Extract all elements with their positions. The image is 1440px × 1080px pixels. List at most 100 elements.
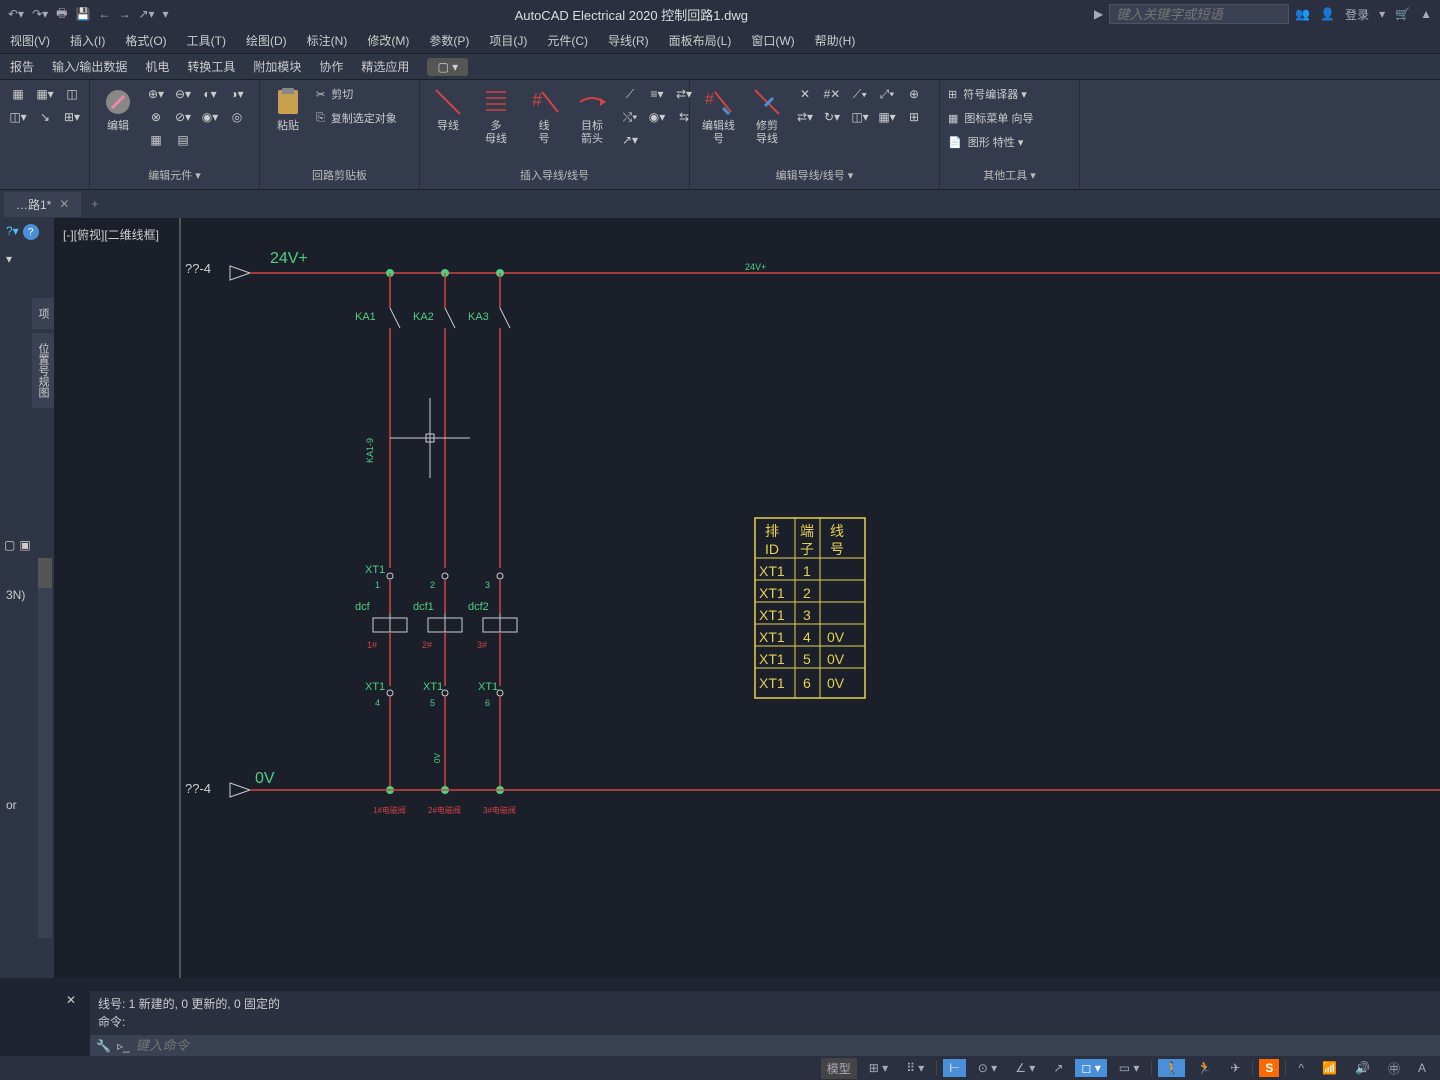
icon-btn[interactable]: ◉▾ [198, 107, 222, 127]
ortho-icon[interactable]: ⊢ [943, 1059, 965, 1077]
panel-label[interactable]: 编辑导线/线号 ▾ [696, 165, 933, 185]
icon-btn[interactable]: ⊕▾ [144, 84, 168, 104]
icon-btn[interactable]: ⟋ [618, 84, 642, 104]
tab-io[interactable]: 输入/输出数据 [52, 58, 127, 75]
symbol-compiler-button[interactable]: ⊞符号编译器 ▾ [946, 84, 1035, 104]
icon-btn[interactable]: ◫▾ [848, 107, 872, 127]
community-icon[interactable]: 👥 [1295, 7, 1310, 21]
menu-window[interactable]: 窗口(W) [751, 32, 794, 49]
help-small-icon[interactable]: ?▾ [6, 224, 19, 240]
icon-btn[interactable]: ▣ [19, 538, 30, 552]
icon-btn[interactable]: ▦ [6, 84, 30, 104]
icon-btn[interactable]: ◫▾ [6, 107, 30, 127]
tab-featured[interactable]: 精选应用 [361, 58, 409, 75]
multibus-button[interactable]: 多 母线 [474, 84, 518, 148]
redo-icon[interactable]: ↷▾ [32, 7, 48, 21]
osnap-icon[interactable]: ◻ ▾ [1075, 1059, 1106, 1077]
icon-btn[interactable]: ↗▾ [618, 130, 642, 150]
print-icon[interactable]: 🖶 [56, 4, 67, 25]
menu-insert[interactable]: 插入(I) [70, 32, 105, 49]
grid-icon[interactable]: ⊞ ▾ [863, 1059, 894, 1077]
menu-dim[interactable]: 标注(N) [307, 32, 348, 49]
icon-btn[interactable]: ◐▾ [198, 84, 222, 104]
icon-btn[interactable]: ⊗ [144, 107, 168, 127]
icon-btn[interactable]: ◉▾ [645, 107, 669, 127]
panel-label[interactable]: 其他工具 ▾ [946, 165, 1073, 185]
side-tab-location[interactable]: 位置号规图 [32, 333, 54, 408]
icon-btn[interactable]: ⊞ [902, 107, 926, 127]
qat-more-icon[interactable]: ▾ [163, 7, 169, 21]
cut-button[interactable]: ✂剪切 [314, 84, 399, 104]
run-icon[interactable]: 🏃 [1191, 1059, 1218, 1077]
icon-btn[interactable]: ▤ [171, 130, 195, 150]
menu-tools[interactable]: 工具(T) [187, 32, 226, 49]
tray-up-icon[interactable]: ^ [1292, 1059, 1310, 1077]
menu-help[interactable]: 帮助(H) [815, 32, 856, 49]
menu-param[interactable]: 参数(P) [429, 32, 469, 49]
doc-tab[interactable]: …路1* ✕ [4, 192, 81, 217]
icon-menu-button[interactable]: ▦图标菜单 向导 [946, 108, 1035, 128]
icon-btn[interactable]: ◫ [60, 84, 84, 104]
icon-btn[interactable]: ⊘▾ [171, 107, 195, 127]
undo-icon[interactable]: ↶▾ [8, 7, 24, 21]
help-icon[interactable]: ▲ [1420, 7, 1432, 21]
menu-panel[interactable]: 面板布局(L) [669, 32, 732, 49]
icon-btn[interactable]: ↻▾ [820, 107, 844, 127]
cart-icon[interactable]: 🛒 [1395, 7, 1410, 21]
icon-btn[interactable]: ▦▾ [33, 84, 57, 104]
menu-component[interactable]: 元件(C) [547, 32, 588, 49]
iso-icon[interactable]: ∠ ▾ [1009, 1059, 1041, 1077]
wireno-button[interactable]: # 线 号 [522, 84, 566, 148]
login-link[interactable]: 登录 [1345, 6, 1369, 23]
icon-btn[interactable]: ⤭▾ [618, 107, 642, 127]
icon-btn[interactable]: #✕ [820, 84, 844, 104]
add-tab-button[interactable]: + [81, 193, 108, 215]
tab-convert[interactable]: 转换工具 [187, 58, 235, 75]
polar-icon[interactable]: ⊙ ▾ [972, 1059, 1003, 1077]
icon-btn[interactable]: ⊞▾ [60, 107, 84, 127]
tab-report[interactable]: 报告 [10, 58, 34, 75]
lwt-icon[interactable]: ▭ ▾ [1113, 1059, 1146, 1077]
tab-em[interactable]: 机电 [145, 58, 169, 75]
icon-btn[interactable]: ▦ [144, 130, 168, 150]
lang-icon[interactable]: ㊥ [1382, 1058, 1406, 1079]
paste-button[interactable]: 粘贴 [266, 84, 310, 135]
icon-btn[interactable]: ⟋▾ [848, 84, 872, 104]
tab-addon[interactable]: 附加模块 [253, 58, 301, 75]
menu-format[interactable]: 格式(O) [125, 32, 166, 49]
dropdown-icon[interactable]: ▾ [0, 246, 54, 272]
trim-wire-button[interactable]: 修剪 导线 [745, 84, 789, 148]
wire-button[interactable]: 导线 [426, 84, 470, 135]
viewport-label[interactable]: [-][俯视][二维线框] [63, 226, 159, 243]
ime-icon[interactable]: S [1259, 1059, 1279, 1077]
menu-wire[interactable]: 导线(R) [608, 32, 649, 49]
sound-icon[interactable]: 🔊 [1349, 1059, 1376, 1077]
walk-icon[interactable]: 🚶 [1158, 1059, 1185, 1077]
login-dropdown-icon[interactable]: ▾ [1379, 7, 1385, 21]
copy-button[interactable]: ⎘复制选定对象 [314, 108, 399, 128]
cmd-close-icon[interactable]: ✕ [66, 993, 76, 1007]
menu-modify[interactable]: 修改(M) [367, 32, 409, 49]
drawing-canvas[interactable]: [-][俯视][二维线框] 24V+ ??-4 24V+ KA1 KA1-9 X… [55, 218, 1440, 978]
tab-extra-icon[interactable]: ▢ ▾ [427, 58, 468, 76]
icon-btn[interactable]: ↘ [33, 107, 57, 127]
side-tab-project[interactable]: 项 [32, 298, 54, 329]
search-input[interactable] [1109, 4, 1289, 24]
icon-btn[interactable]: ⊖▾ [171, 84, 195, 104]
tab-collab[interactable]: 协作 [319, 58, 343, 75]
menu-draw[interactable]: 绘图(D) [246, 32, 287, 49]
icon-btn[interactable]: ▢ [4, 538, 15, 552]
help-circle-icon[interactable]: ? [23, 224, 39, 240]
model-button[interactable]: 模型 [821, 1058, 857, 1079]
panel-label[interactable]: 编辑元件 ▾ [96, 165, 253, 185]
wifi-icon[interactable]: 📶 [1316, 1059, 1343, 1077]
share-icon[interactable]: ↗▾ [138, 7, 154, 21]
nav-fwd-icon[interactable]: → [118, 7, 130, 21]
snap-icon[interactable]: ⠿ ▾ [900, 1059, 930, 1077]
icon-btn[interactable]: ◑▾ [225, 84, 249, 104]
user-icon[interactable]: 👤 [1320, 7, 1335, 21]
close-icon[interactable]: ✕ [59, 197, 69, 211]
menu-project[interactable]: 项目(J) [489, 32, 527, 49]
icon-btn[interactable]: ⇄▾ [793, 107, 817, 127]
cmd-config-icon[interactable]: 🔧 [96, 1039, 111, 1053]
